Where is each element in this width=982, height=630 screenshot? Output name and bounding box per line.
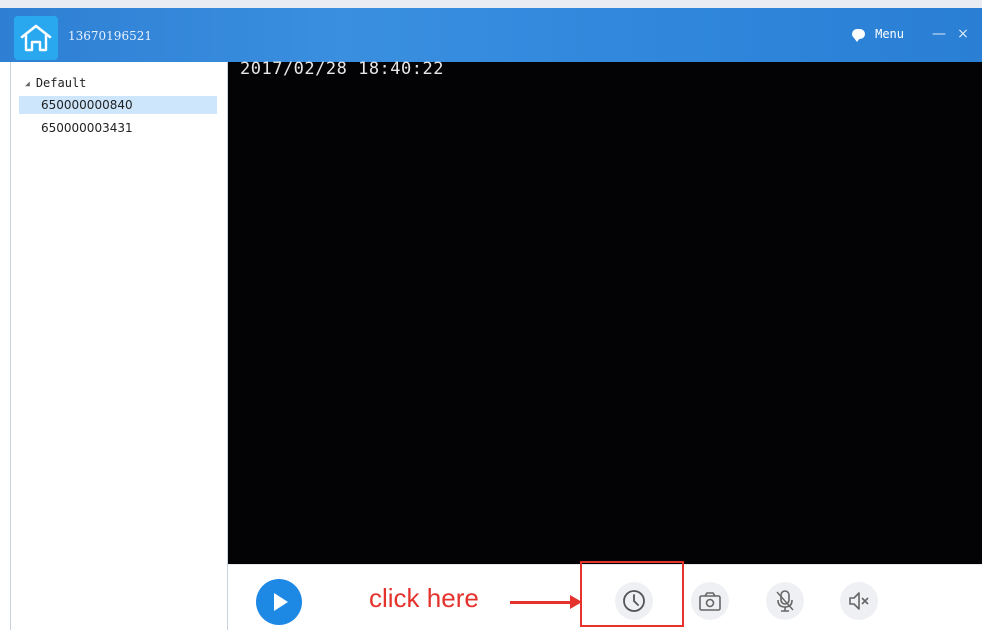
snapshot-camera-icon xyxy=(699,592,721,611)
chat-icon[interactable] xyxy=(852,29,866,42)
collapse-triangle-icon[interactable]: ◢ xyxy=(25,79,30,88)
control-bar: click here xyxy=(228,561,982,630)
device-group-label: Default xyxy=(35,76,87,90)
menu-area: Menu — × xyxy=(852,26,972,42)
device-item[interactable]: 650000003431 xyxy=(19,119,217,137)
play-button[interactable] xyxy=(256,579,302,625)
device-tree: ◢ Default 650000000840 650000003431 xyxy=(10,62,228,630)
snapshot-button[interactable] xyxy=(691,582,729,620)
title-bar: 13670196521 Menu — × xyxy=(0,0,982,62)
microphone-icon xyxy=(776,590,794,612)
menu-button[interactable]: Menu xyxy=(875,27,904,41)
video-viewport[interactable]: 2017/02/28 18:40:22 xyxy=(228,59,982,564)
click-here-annotation: click here xyxy=(369,583,479,613)
history-clock-icon xyxy=(623,590,645,612)
speaker-mute-icon xyxy=(849,592,869,610)
video-timestamp: 2017/02/28 18:40:22 xyxy=(240,59,444,79)
play-icon xyxy=(274,593,288,611)
window-title: 13670196521 xyxy=(68,29,152,43)
device-item[interactable]: 650000000840 xyxy=(19,96,217,114)
microphone-button[interactable] xyxy=(766,582,804,620)
history-button[interactable] xyxy=(615,582,653,620)
home-icon[interactable] xyxy=(14,16,58,60)
close-button[interactable]: × xyxy=(954,26,972,42)
audio-button[interactable] xyxy=(840,582,878,620)
minimize-button[interactable]: — xyxy=(930,26,948,42)
annotation-arrow xyxy=(510,595,582,609)
device-group-default[interactable]: ◢ Default xyxy=(25,76,86,90)
